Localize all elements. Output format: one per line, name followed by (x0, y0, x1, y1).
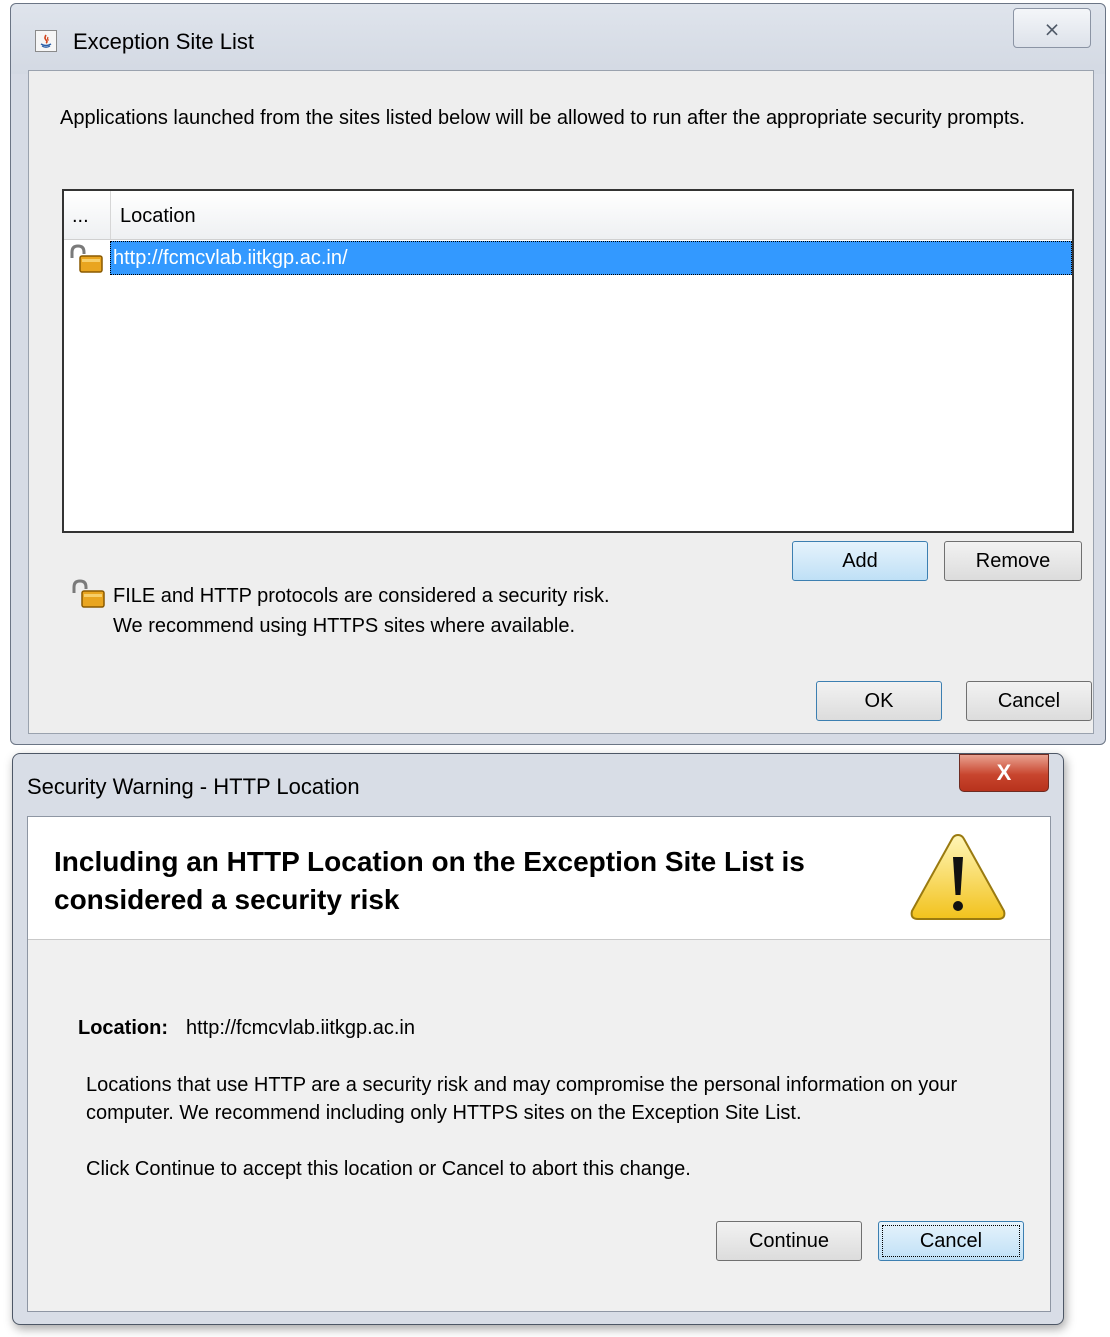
close-icon: X (996, 760, 1012, 785)
close-button[interactable]: X (959, 754, 1049, 792)
remove-button[interactable]: Remove (944, 541, 1082, 581)
table-header: ... Location (64, 191, 1072, 240)
selected-location-cell[interactable]: http://fcmcvlab.iitkgp.ac.in/ (110, 241, 1072, 275)
exception-dialog-titlebar[interactable]: Exception Site List ⨯ (11, 4, 1105, 74)
exception-dialog-body: Applications launched from the sites lis… (28, 70, 1094, 734)
risk-explanation: Locations that use HTTP are a security r… (86, 1074, 958, 1124)
location-value: http://fcmcvlab.iitkgp.ac.in (186, 1017, 415, 1039)
exception-site-list-dialog: Exception Site List ⨯ Applications launc… (10, 3, 1106, 745)
exception-dialog-title: Exception Site List (73, 29, 254, 54)
close-icon: ⨯ (1043, 19, 1061, 41)
exception-site-table[interactable]: ... Location http://fcmcvlab.iitkgp.ac.i… (62, 189, 1074, 533)
java-icon (35, 30, 57, 52)
close-button[interactable]: ⨯ (1013, 8, 1091, 48)
security-warning-title[interactable]: Security Warning - HTTP Location (27, 774, 360, 800)
unlocked-padlock-icon (70, 244, 103, 273)
cancel-button[interactable]: Cancel (966, 681, 1092, 721)
column-header-dots[interactable]: ... (64, 191, 111, 239)
cancel-button[interactable]: Cancel (878, 1221, 1024, 1261)
continue-button[interactable]: Continue (716, 1221, 862, 1261)
warning-triangle-icon (910, 833, 1006, 920)
warning-banner: Including an HTTP Location on the Except… (28, 817, 1050, 940)
security-warning-dialog: Security Warning - HTTP Location X Inclu… (12, 753, 1064, 1325)
table-row[interactable]: http://fcmcvlab.iitkgp.ac.in/ (64, 241, 1072, 277)
column-header-location[interactable]: Location (120, 205, 196, 228)
intro-text: Applications launched from the sites lis… (60, 107, 1025, 129)
continue-instructions: Click Continue to accept this location o… (86, 1158, 691, 1180)
location-label: Location: (78, 1017, 168, 1039)
add-button[interactable]: Add (792, 541, 928, 581)
location-line: Location: http://fcmcvlab.iitkgp.ac.in (78, 1017, 415, 1040)
security-risk-note: FILE and HTTP protocols are considered a… (113, 585, 610, 637)
security-warning-body: Including an HTTP Location on the Except… (27, 816, 1051, 1312)
ok-button[interactable]: OK (816, 681, 942, 721)
unlocked-padlock-icon (72, 579, 105, 608)
warning-headline: Including an HTTP Location on the Except… (54, 846, 805, 915)
